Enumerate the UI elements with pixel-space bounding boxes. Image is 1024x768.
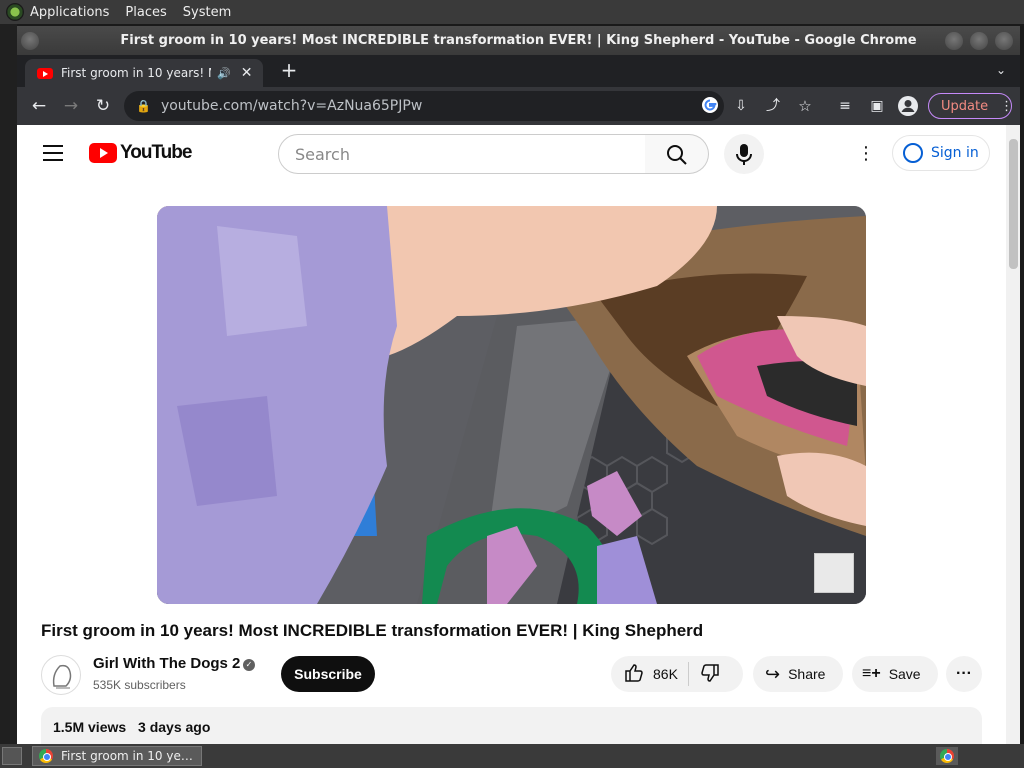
- share-arrow-icon: ↪: [765, 663, 781, 684]
- save-button[interactable]: ≡+ Save: [852, 656, 938, 692]
- browser-window: First groom in 10 years! Most INCREDIBLE…: [17, 26, 1020, 744]
- channel-watermark-icon[interactable]: [814, 553, 854, 593]
- show-desktop-icon[interactable]: [2, 747, 22, 765]
- sign-in-label: Sign in: [931, 145, 979, 161]
- save-label: Save: [888, 666, 921, 682]
- desktop-taskbar: First groom in 10 ye…: [0, 744, 1024, 768]
- browser-toolbar: ← → ↻ 🔒 youtube.com/watch?v=AzNua65PJPw …: [17, 87, 1020, 125]
- thumbs-down-icon: [701, 663, 719, 682]
- install-app-icon[interactable]: ⇩: [731, 96, 751, 116]
- guide-menu-icon[interactable]: [43, 145, 63, 161]
- view-count: 1.5M views: [53, 719, 127, 735]
- channel-logo-icon: [52, 664, 72, 689]
- profile-avatar-icon[interactable]: [898, 96, 918, 116]
- voice-search-button[interactable]: [724, 134, 764, 174]
- reading-list-icon[interactable]: ≡: [835, 96, 855, 116]
- tab-search-chevron-icon[interactable]: ⌄: [996, 63, 1006, 77]
- add-to-playlist-icon: ≡+: [862, 665, 881, 682]
- subscribe-button[interactable]: Subscribe: [281, 656, 375, 692]
- video-player[interactable]: [157, 206, 866, 604]
- scrollbar-thumb[interactable]: [1009, 139, 1018, 269]
- maximize-icon[interactable]: [970, 32, 988, 50]
- taskbar-window-chrome[interactable]: First groom in 10 ye…: [32, 746, 202, 766]
- like-dislike-group: 86K: [611, 656, 743, 692]
- chrome-menu-icon[interactable]: ⋮: [1000, 99, 1013, 114]
- update-label: Update: [941, 98, 989, 114]
- search-button[interactable]: [645, 134, 709, 174]
- like-count[interactable]: 86K: [653, 666, 678, 682]
- tray-chrome-launcher[interactable]: [936, 747, 958, 765]
- youtube-favicon-icon: [37, 67, 53, 79]
- description-box[interactable]: 1.5M views 3 days ago: [41, 707, 982, 744]
- share-page-icon[interactable]: ⤴: [763, 96, 783, 116]
- upload-age: 3 days ago: [138, 719, 211, 735]
- dislike-button[interactable]: [699, 662, 721, 687]
- chrome-tray-icon: [940, 749, 954, 763]
- more-horizontal-icon: ···: [956, 665, 972, 682]
- taskbar-item-label: First groom in 10 ye…: [61, 749, 193, 763]
- tab-strip: First groom in 10 years! Mo 🔊 ✕ + ⌄: [17, 55, 1020, 87]
- close-window-icon[interactable]: [995, 32, 1013, 50]
- search-icon: [667, 145, 687, 165]
- minimize-icon[interactable]: [945, 32, 963, 50]
- search-input[interactable]: Search: [278, 134, 646, 174]
- window-title: First groom in 10 years! Most INCREDIBLE…: [120, 33, 917, 48]
- system-logo-icon[interactable]: [6, 3, 24, 21]
- desktop-background: [0, 24, 17, 744]
- speaker-icon[interactable]: 🔊: [217, 67, 231, 80]
- back-icon[interactable]: ←: [29, 96, 49, 116]
- share-label: Share: [788, 666, 826, 682]
- menu-system[interactable]: System: [183, 5, 231, 20]
- thumbs-up-icon: [625, 663, 643, 682]
- window-menu-icon[interactable]: [21, 32, 39, 50]
- more-actions-button[interactable]: ···: [946, 656, 982, 692]
- sign-in-button[interactable]: Sign in: [892, 135, 990, 171]
- channel-name[interactable]: Girl With The Dogs 2: [93, 655, 240, 672]
- address-bar[interactable]: 🔒 youtube.com/watch?v=AzNua65PJPw: [124, 91, 724, 121]
- desktop-top-panel: Applications Places System: [0, 0, 1024, 24]
- youtube-wordmark: YouTube: [120, 142, 192, 163]
- new-tab-button[interactable]: +: [277, 59, 301, 83]
- user-circle-icon: [903, 143, 923, 163]
- tab-title: First groom in 10 years! Mo: [61, 66, 211, 80]
- video-frame: [157, 206, 866, 604]
- verified-check-icon: ✓: [243, 659, 255, 671]
- menu-places[interactable]: Places: [125, 5, 166, 20]
- youtube-logo[interactable]: YouTube: [89, 142, 192, 164]
- tab-close-icon[interactable]: ✕: [241, 65, 253, 81]
- forward-icon[interactable]: →: [61, 96, 81, 116]
- microphone-icon: [736, 144, 752, 165]
- youtube-page: YouTube Search ⋮ Sign in First groom in …: [17, 125, 1020, 744]
- chrome-icon: [39, 749, 53, 763]
- google-icon[interactable]: [700, 96, 720, 116]
- url-text[interactable]: youtube.com/watch?v=AzNua65PJPw: [161, 98, 422, 114]
- subscriber-count: 535K subscribers: [93, 678, 186, 692]
- settings-kebab-icon[interactable]: ⋮: [857, 143, 875, 165]
- like-divider: [687, 662, 689, 686]
- bookmark-star-icon[interactable]: ☆: [795, 96, 815, 116]
- window-titlebar[interactable]: First groom in 10 years! Most INCREDIBLE…: [17, 26, 1020, 55]
- channel-avatar[interactable]: [41, 655, 81, 695]
- like-button[interactable]: [623, 662, 645, 687]
- video-title: First groom in 10 years! Most INCREDIBLE…: [41, 621, 704, 640]
- browser-tab[interactable]: First groom in 10 years! Mo 🔊 ✕: [25, 59, 263, 87]
- share-button[interactable]: ↪ Share: [753, 656, 843, 692]
- update-button[interactable]: Update ⋮: [928, 93, 1013, 119]
- reload-icon[interactable]: ↻: [93, 96, 113, 116]
- menu-applications[interactable]: Applications: [30, 5, 109, 20]
- side-panel-icon[interactable]: ▣: [867, 96, 887, 116]
- youtube-play-icon: [89, 143, 117, 163]
- lock-icon[interactable]: 🔒: [136, 99, 151, 113]
